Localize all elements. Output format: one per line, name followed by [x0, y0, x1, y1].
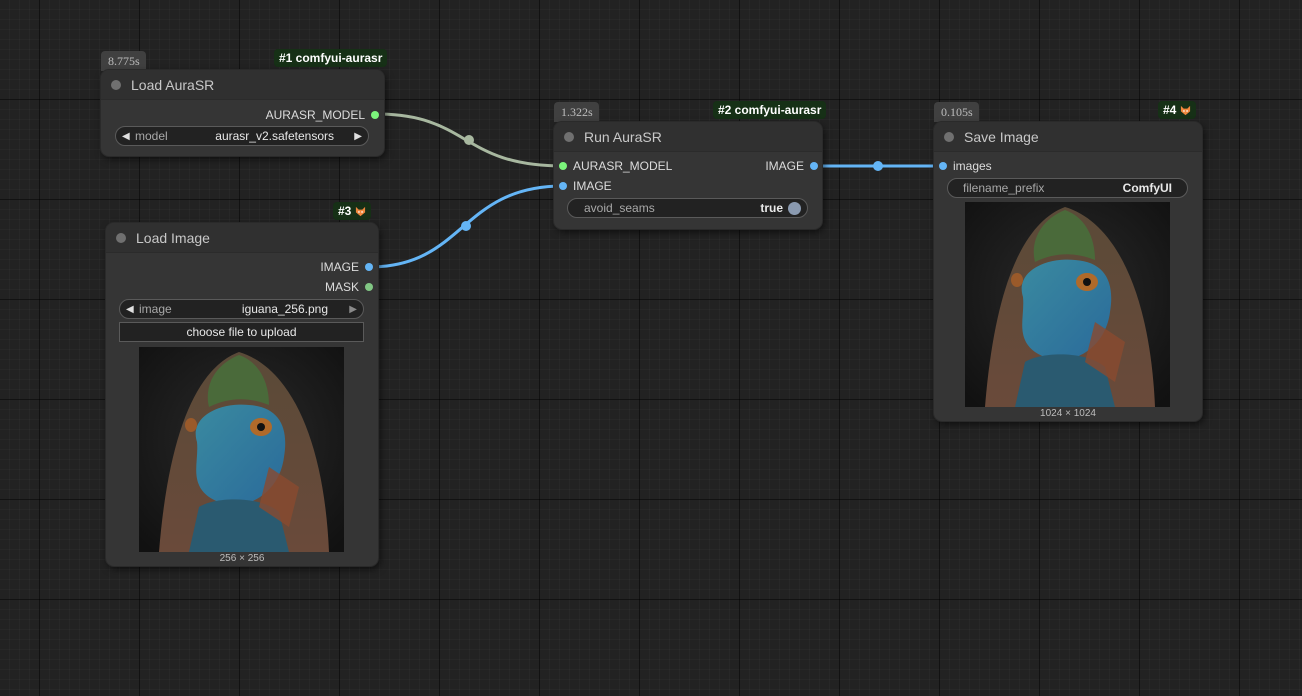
widget-value: true — [760, 201, 783, 215]
toggle-knob-icon[interactable] — [788, 202, 801, 215]
badge-text: #1 comfyui-aurasr — [279, 51, 383, 65]
iguana-output-preview — [965, 202, 1170, 407]
load-aurasr-node-badge: #1 comfyui-aurasr — [274, 49, 388, 67]
output-aurasr-model[interactable]: AURASR_MODEL — [266, 108, 379, 122]
input-images[interactable]: images — [939, 159, 992, 173]
right-arrow-icon[interactable]: ▶ — [354, 131, 362, 142]
output-slot-dot[interactable] — [365, 283, 373, 291]
slot-label: IMAGE — [320, 260, 359, 274]
run-aurasr-exec-time: 1.322s — [554, 102, 599, 122]
slot-label: IMAGE — [765, 159, 804, 173]
input-slot-dot[interactable] — [559, 162, 567, 170]
collapse-dot-icon[interactable] — [564, 131, 574, 142]
output-image[interactable]: IMAGE — [765, 159, 818, 173]
run-aurasr-node-badge: #2 comfyui-aurasr — [713, 101, 827, 119]
output-slot-dot[interactable] — [371, 111, 379, 119]
image-size-caption: 256 × 256 — [219, 553, 265, 564]
save-image-title-bar[interactable]: Save Image — [934, 122, 1202, 152]
node-title: Load Image — [136, 229, 210, 246]
iguana-image-preview — [139, 347, 344, 552]
slot-label: images — [953, 159, 992, 173]
run-aurasr-node[interactable]: Run AuraSR AURASR_MODEL IMAGE IMAGE avoi… — [554, 122, 822, 229]
model-link-midpoint[interactable] — [464, 135, 474, 145]
load-image-link-midpoint[interactable] — [461, 221, 471, 231]
save-image-link-midpoint[interactable] — [873, 161, 883, 171]
input-slot-dot[interactable] — [939, 162, 947, 170]
input-aurasr-model[interactable]: AURASR_MODEL — [559, 159, 672, 173]
left-arrow-icon[interactable]: ◀ — [122, 131, 130, 142]
widget-value: ComfyUI — [1122, 181, 1172, 195]
load-image-title-bar[interactable]: Load Image — [106, 223, 378, 253]
image-size-caption: 1024 × 1024 — [1040, 408, 1096, 419]
save-image-exec-time: 0.105s — [934, 102, 979, 122]
fox-icon — [356, 206, 366, 216]
badge-text: #3 — [338, 204, 352, 218]
load-aurasr-exec-time: 8.775s — [101, 51, 146, 71]
output-slot-dot[interactable] — [365, 263, 373, 271]
fox-icon — [1181, 105, 1191, 115]
left-arrow-icon[interactable]: ◀ — [126, 304, 134, 315]
load-image-link[interactable] — [368, 184, 564, 269]
badge-text: #2 comfyui-aurasr — [718, 103, 822, 117]
widget-label: image — [139, 302, 172, 316]
avoid-seams-toggle-widget[interactable]: avoid_seams true — [567, 198, 808, 218]
node-title: Load AuraSR — [131, 76, 215, 93]
widget-label: filename_prefix — [963, 181, 1045, 195]
slot-label: AURASR_MODEL — [573, 159, 673, 173]
choose-file-button[interactable]: choose file to upload — [119, 322, 364, 342]
slot-label: IMAGE — [573, 179, 612, 193]
image-combo-widget[interactable]: ◀ image iguana_256.png ▶ — [119, 299, 364, 319]
collapse-dot-icon[interactable] — [116, 232, 126, 243]
model-combo-widget[interactable]: ◀ model aurasr_v2.safetensors ▶ — [115, 126, 369, 146]
collapse-dot-icon[interactable] — [111, 79, 121, 90]
node-title: Run AuraSR — [584, 128, 662, 145]
widget-value: iguana_256.png — [241, 302, 328, 316]
output-mask[interactable]: MASK — [325, 280, 373, 294]
node-title: Save Image — [964, 128, 1039, 145]
output-slot-dot[interactable] — [810, 162, 818, 170]
output-image[interactable]: IMAGE — [320, 260, 373, 274]
filename-prefix-widget[interactable]: filename_prefix ComfyUI — [947, 178, 1188, 198]
save-image-node[interactable]: Save Image images filename_prefix ComfyU… — [934, 122, 1202, 421]
load-image-node[interactable]: Load Image IMAGE MASK ◀ image iguana_256… — [106, 223, 378, 566]
badge-text: #4 — [1163, 103, 1177, 117]
widget-value: aurasr_v2.safetensors — [215, 129, 334, 143]
right-arrow-icon[interactable]: ▶ — [349, 304, 357, 315]
save-image-node-badge: #4 — [1158, 101, 1197, 119]
widget-label: model — [135, 129, 168, 143]
input-slot-dot[interactable] — [559, 182, 567, 190]
slot-label: MASK — [324, 280, 359, 294]
slot-label: AURASR_MODEL — [265, 108, 365, 122]
input-image[interactable]: IMAGE — [559, 179, 612, 193]
load-image-node-badge: #3 — [333, 202, 372, 220]
collapse-dot-icon[interactable] — [944, 131, 954, 142]
run-aurasr-title-bar[interactable]: Run AuraSR — [554, 122, 822, 152]
model-link[interactable] — [375, 112, 564, 168]
load-aurasr-title-bar[interactable]: Load AuraSR — [101, 70, 384, 100]
widget-label: avoid_seams — [584, 201, 655, 215]
load-aurasr-node[interactable]: Load AuraSR AURASR_MODEL ◀ model aurasr_… — [101, 70, 384, 156]
